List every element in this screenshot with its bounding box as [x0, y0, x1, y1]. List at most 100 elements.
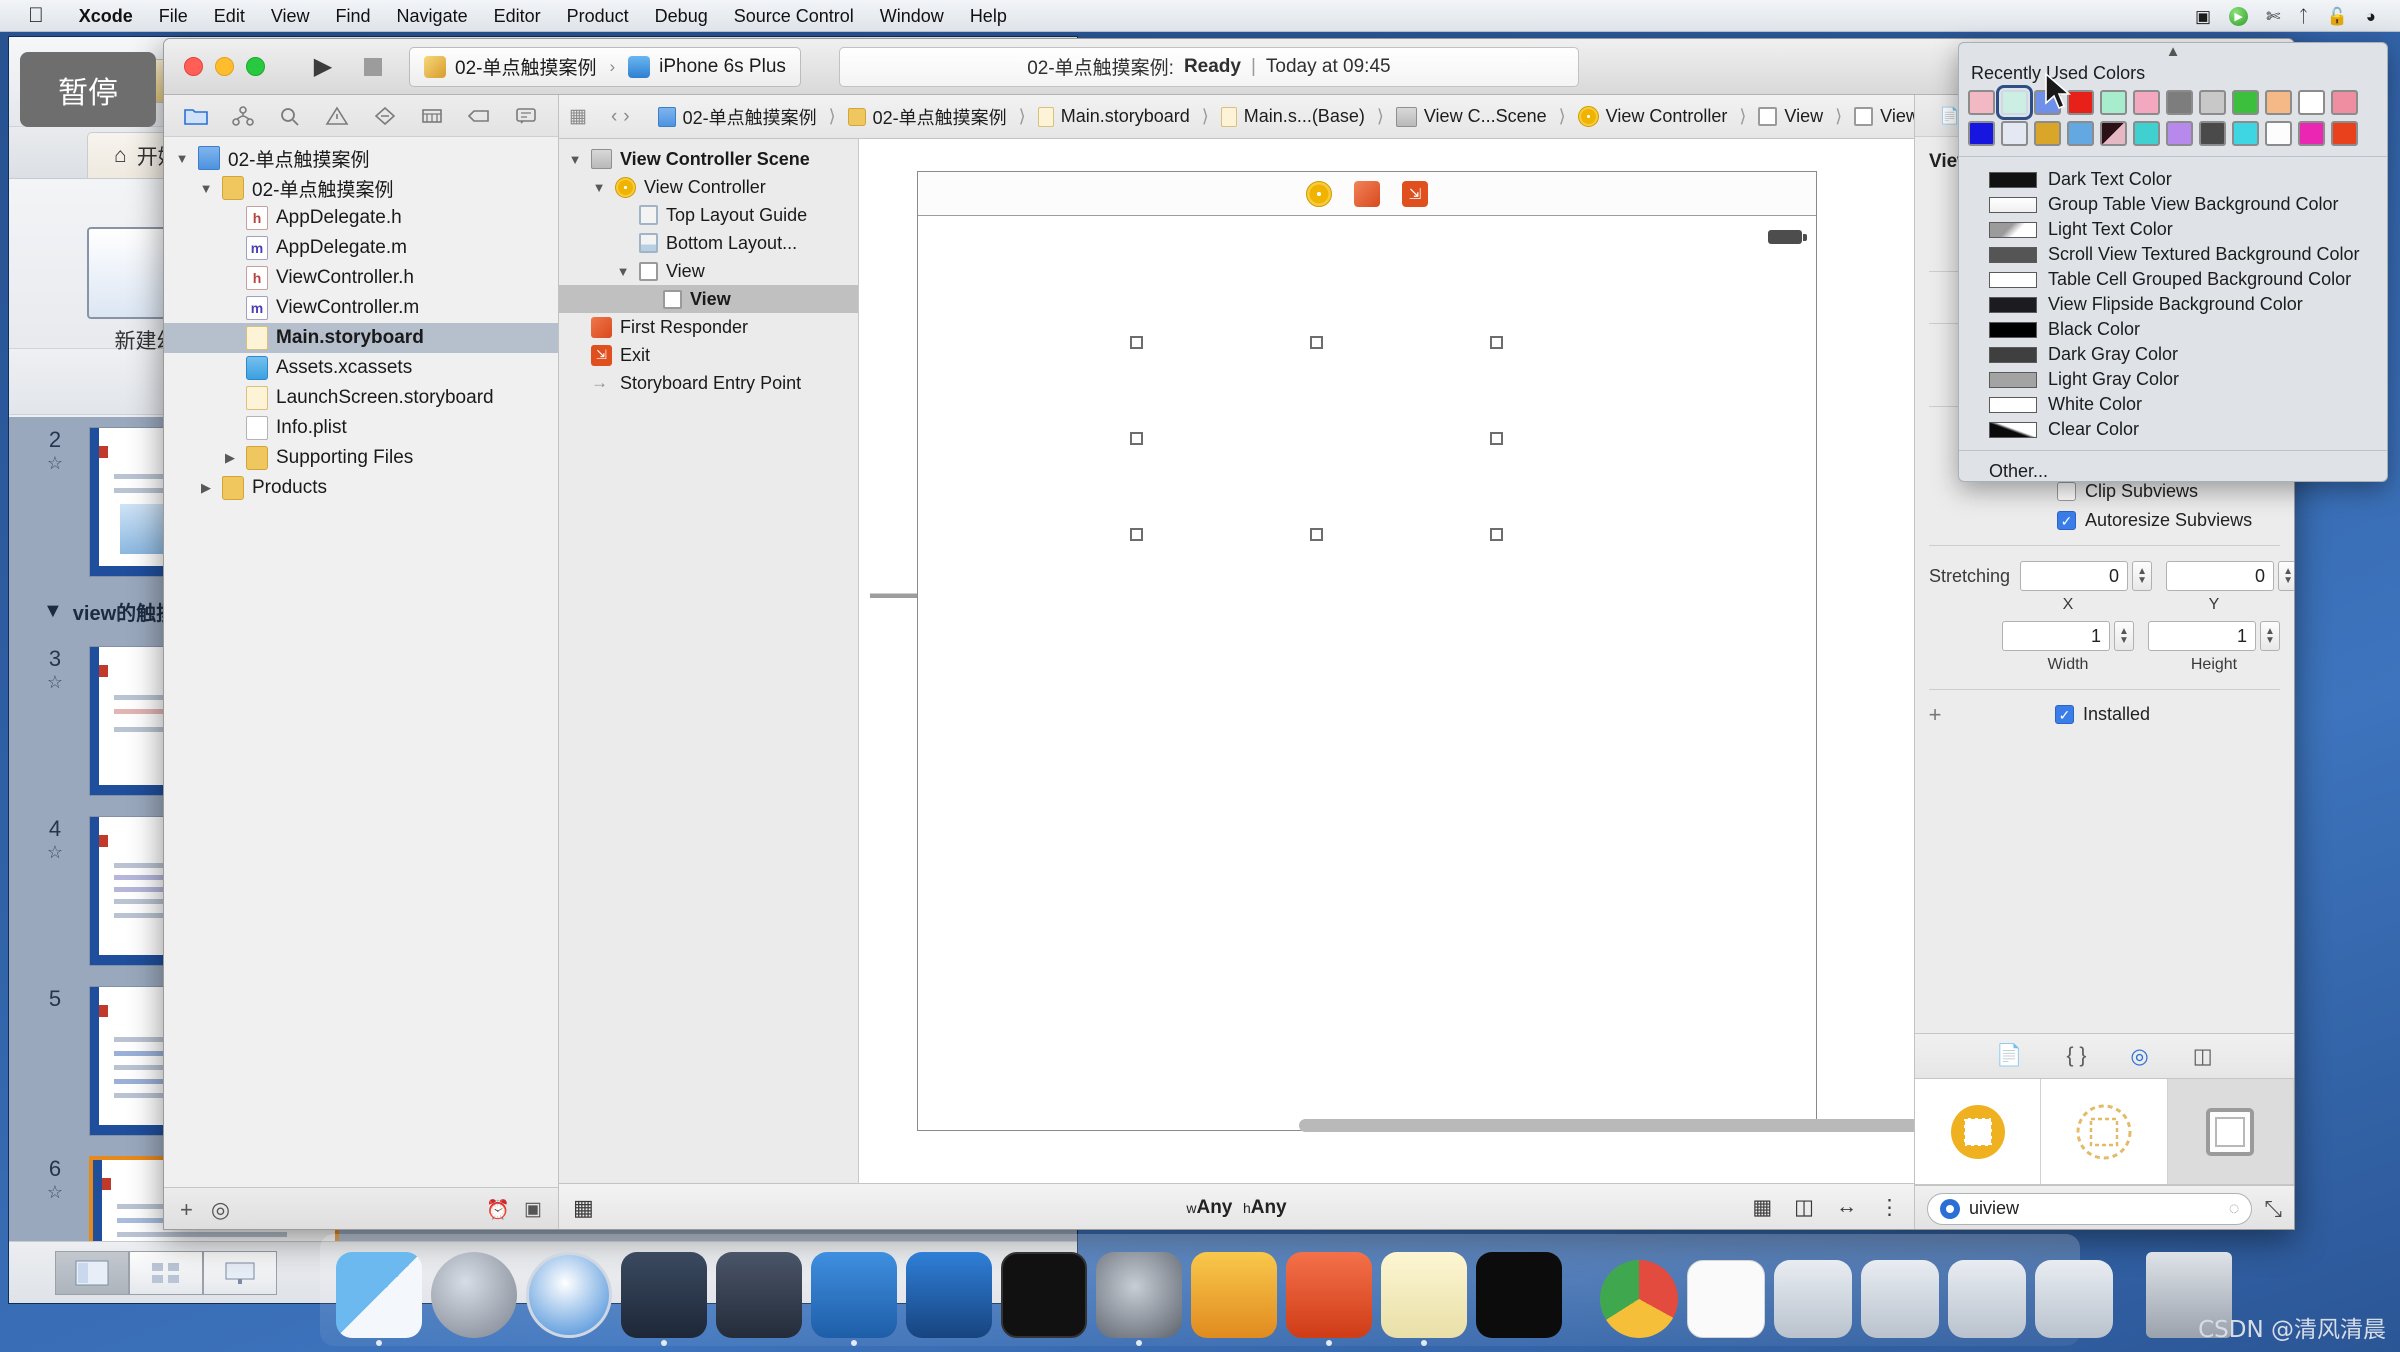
stretching-y-stepper[interactable]: 0 ▲ ▼	[2166, 561, 2294, 591]
stepper-icon[interactable]: ▲ ▼	[2114, 621, 2134, 651]
color-swatch[interactable]	[1968, 90, 1995, 115]
xcode-hammer-icon[interactable]	[811, 1252, 897, 1346]
color-swatch[interactable]	[2265, 90, 2292, 115]
selection-handle[interactable]	[1130, 528, 1143, 541]
mac-menu-bar[interactable]:  Xcode File Edit View Find Navigate Edi…	[0, 0, 2400, 32]
tree-row-file[interactable]: h ViewController.h	[164, 263, 558, 293]
outline-row[interactable]: Bottom Layout...	[559, 229, 858, 257]
selection-handle[interactable]	[1130, 336, 1143, 349]
sketch-icon[interactable]	[1191, 1252, 1277, 1338]
minimize-button[interactable]	[215, 57, 234, 76]
sidebar-item-project-navigator[interactable]	[179, 101, 213, 131]
close-button[interactable]	[184, 57, 203, 76]
window-1-icon[interactable]	[1774, 1260, 1852, 1338]
menu-item[interactable]: Light Text Color	[1959, 217, 2387, 242]
stepper-icon[interactable]: ▲ ▼	[2132, 561, 2153, 591]
stretching-width-stepper[interactable]: 1 ▲ ▼	[2002, 621, 2134, 651]
tree-row-file[interactable]: Assets.xcassets	[164, 353, 558, 383]
media-library-icon[interactable]: ◫	[2193, 1044, 2213, 1069]
tree-row-file[interactable]: m ViewController.m	[164, 293, 558, 323]
dash-icon[interactable]	[621, 1252, 707, 1346]
swatch-row[interactable]	[1968, 121, 2378, 146]
selection-handle[interactable]	[1490, 432, 1503, 445]
expand-icon[interactable]: ⤡	[2264, 1196, 2282, 1222]
menu-item-xcode[interactable]: Xcode	[66, 0, 146, 32]
color-swatch[interactable]	[2199, 90, 2226, 115]
chevron-down-icon[interactable]: ▼	[174, 151, 190, 166]
canvas-horizontal-scrollbar[interactable]	[1159, 1119, 1914, 1133]
color-swatch[interactable]	[2298, 121, 2325, 146]
tree-row-file[interactable]: h AppDelegate.h	[164, 203, 558, 233]
navigator-footer-right[interactable]: ⏰ ▣	[486, 1198, 542, 1222]
bluetooth-icon[interactable]: ᛏ	[2298, 8, 2308, 25]
outline-row[interactable]: Top Layout Guide	[559, 201, 858, 229]
window-controls[interactable]	[184, 57, 265, 76]
stepper-icon[interactable]: ▲ ▼	[2278, 561, 2294, 591]
editor-footer[interactable]: ▦ wAny hAny ▦ ◫ ↔ ⋮	[559, 1183, 1914, 1229]
outline-row[interactable]: → Storyboard Entry Point	[559, 369, 858, 397]
library-item-view[interactable]	[2167, 1079, 2294, 1184]
navigator-footer[interactable]: + ◎ ⏰ ▣	[164, 1187, 558, 1229]
safari-icon[interactable]	[526, 1252, 612, 1338]
chevron-right-icon[interactable]: ▶	[222, 450, 238, 466]
color-swatch[interactable]	[2232, 90, 2259, 115]
outline-row[interactable]: ▼ View Controller Scene	[559, 145, 858, 173]
finder-icon[interactable]	[336, 1252, 422, 1346]
menu-item-help[interactable]: Help	[957, 0, 1020, 32]
mac-dock[interactable]	[320, 1234, 2232, 1346]
scroll-up-arrow-icon[interactable]: ▲	[1959, 43, 2387, 59]
tree-row-file[interactable]: LaunchScreen.storyboard	[164, 383, 558, 413]
wifi-icon[interactable]: ◕	[2366, 8, 2376, 25]
menu-item-view[interactable]: View	[258, 0, 323, 32]
outline-row[interactable]: ▼ View Controller	[559, 173, 858, 201]
first-responder-icon[interactable]	[1354, 180, 1380, 207]
breadcrumb-item[interactable]: View	[1850, 106, 1914, 127]
chevron-down-icon[interactable]: ▼	[198, 181, 214, 196]
object-library-icon[interactable]: ◎	[2130, 1044, 2148, 1069]
library-search-bar[interactable]: uiview ◌ ⤡	[1915, 1185, 2294, 1229]
stretching-height-input[interactable]: 1	[2148, 621, 2256, 651]
size-class-indicator[interactable]: wAny hAny	[559, 1197, 1914, 1219]
color-swatch[interactable]	[2067, 121, 2094, 146]
zoom-button[interactable]	[246, 57, 265, 76]
menu-item-find[interactable]: Find	[323, 0, 384, 32]
breadcrumb-item[interactable]: Main.s...(Base)	[1217, 106, 1369, 127]
scene-dock[interactable]: ⇲	[918, 172, 1816, 216]
color-swatch[interactable]	[2133, 121, 2160, 146]
notes-icon[interactable]	[1381, 1252, 1467, 1346]
color-swatch[interactable]	[2100, 90, 2127, 115]
checkbox-installed[interactable]: ✓ Installed	[1955, 700, 2150, 729]
sidebar-item-symbol-navigator[interactable]	[226, 101, 260, 131]
source-control-icon[interactable]: ▣	[524, 1198, 542, 1222]
menu-item[interactable]: Light Gray Color	[1959, 367, 2387, 392]
library-tab-bar[interactable]: 📄 { } ◎ ◫	[1915, 1033, 2294, 1079]
object-library-grid[interactable]	[1915, 1079, 2294, 1185]
menu-item[interactable]: Dark Gray Color	[1959, 342, 2387, 367]
selection-handle[interactable]	[1490, 528, 1503, 541]
menu-item-editor[interactable]: Editor	[481, 0, 554, 32]
menu-item-navigate[interactable]: Navigate	[384, 0, 481, 32]
menu-item-other[interactable]: Other...	[1959, 451, 2387, 481]
launchpad-icon[interactable]	[431, 1252, 517, 1338]
system-preferences-icon[interactable]	[1096, 1252, 1182, 1346]
outline-row[interactable]: ▼ View	[559, 257, 858, 285]
color-swatch[interactable]	[2100, 121, 2127, 146]
tree-row-file[interactable]: m AppDelegate.m	[164, 233, 558, 263]
stretching-y-input[interactable]: 0	[2166, 561, 2275, 591]
menu-item-source-control[interactable]: Source Control	[721, 0, 867, 32]
menu-item-product[interactable]: Product	[554, 0, 642, 32]
apple-logo-icon[interactable]: 	[28, 5, 44, 26]
scheme-selector[interactable]: 02-单点触摸案例 › iPhone 6s Plus	[409, 46, 801, 87]
menu-item[interactable]: Black Color	[1959, 317, 2387, 342]
quicktime-play-icon[interactable]: ▶	[2229, 6, 2249, 26]
menu-item[interactable]: White Color	[1959, 392, 2387, 417]
terminal-icon[interactable]	[1001, 1252, 1087, 1338]
window-2-icon[interactable]	[1861, 1260, 1939, 1338]
ppt-view-slideshow[interactable]	[203, 1250, 277, 1295]
scissors-icon[interactable]: ✄	[2266, 8, 2280, 25]
stretching-row-wh[interactable]: 1 ▲ ▼ 1 ▲ ▼	[1915, 619, 2294, 656]
color-swatch[interactable]	[2001, 121, 2028, 146]
selection-handle[interactable]	[1310, 336, 1323, 349]
recently-used-colors-popup[interactable]: ▲ Recently Used Colors Dark Text Color G…	[1958, 42, 2388, 482]
document-icon[interactable]	[1687, 1260, 1765, 1338]
